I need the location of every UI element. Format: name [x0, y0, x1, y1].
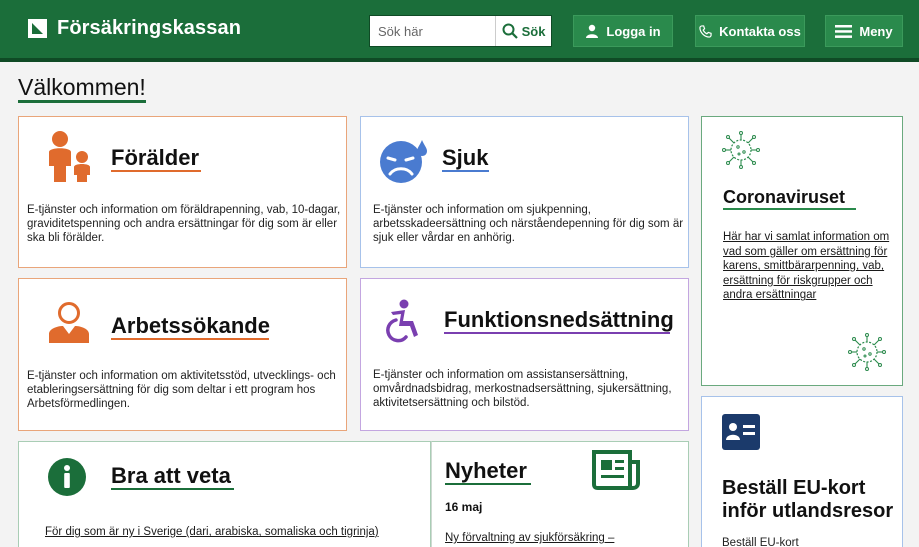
news-item-link[interactable]: Ny förvaltning av sjukförsäkring – — [445, 531, 675, 546]
virus-icon — [848, 333, 886, 371]
top-header: Försäkringskassan Sök Logga in Kontakta … — [0, 0, 919, 62]
menu-label: Meny — [859, 23, 893, 39]
card-foralder-title: Förälder — [111, 145, 200, 170]
parent-child-icon — [49, 131, 90, 182]
card-foralder-underline — [111, 170, 201, 172]
brand-logo[interactable]: Försäkringskassan — [28, 17, 241, 40]
card-foralder-desc: E-tjänster och information om föräldrape… — [27, 204, 341, 244]
card-corona-title: Coronaviruset — [723, 187, 846, 207]
card-corona-underline — [723, 208, 856, 210]
virus-icon — [722, 131, 760, 169]
card-eukort-title-line1: Beställ EU-kort — [722, 477, 866, 499]
card-nyheter[interactable]: Nyheter 16 maj Ny förvaltning av sjukför… — [431, 441, 689, 547]
card-eukort-title-line2: inför utlandsresor — [722, 500, 894, 522]
phone-icon — [699, 24, 712, 38]
card-corona[interactable]: Coronaviruset Här har vi samlat informat… — [701, 116, 903, 386]
card-bra-att-veta[interactable]: Bra att veta För dig som är ny i Sverige… — [18, 441, 431, 547]
card-bra-underline — [111, 488, 234, 490]
contact-label: Kontakta oss — [719, 23, 801, 39]
card-eukort[interactable]: Beställ EU-kort inför utlandsresor Bestä… — [701, 396, 903, 547]
card-sjuk-underline — [442, 170, 489, 172]
search-icon — [502, 23, 518, 39]
login-button[interactable]: Logga in — [573, 15, 673, 47]
card-sjuk-title: Sjuk — [442, 145, 489, 170]
page-title: Välkommen! — [18, 74, 146, 100]
card-arbets-desc: E-tjänster och information om aktivitets… — [27, 370, 336, 410]
card-sjuk[interactable]: Sjuk E-tjänster och information om sjukp… — [360, 116, 689, 268]
user-icon — [586, 24, 599, 38]
card-arbets-title: Arbetssökande — [111, 313, 270, 338]
card-funktion[interactable]: Funktionsnedsättning E-tjänster och info… — [360, 278, 689, 431]
contact-button[interactable]: Kontakta oss — [695, 15, 805, 47]
newspaper-icon — [592, 450, 640, 490]
page-title-underline — [18, 100, 146, 103]
card-nyheter-title: Nyheter — [445, 458, 527, 483]
wheelchair-icon — [386, 299, 418, 343]
id-card-icon — [722, 414, 760, 450]
brand-mark-icon — [28, 19, 47, 38]
card-corona-link[interactable]: Här har vi samlat information om vad som… — [723, 230, 893, 303]
card-bra-link[interactable]: För dig som är ny i Sverige (dari, arabi… — [45, 525, 425, 540]
brand-name: Försäkringskassan — [57, 17, 242, 39]
card-funktion-underline — [444, 332, 670, 334]
card-funktion-desc: E-tjänster och information om assistanse… — [373, 369, 672, 409]
card-bra-title: Bra att veta — [111, 463, 231, 488]
news-date: 16 maj — [445, 500, 483, 514]
menu-button[interactable]: Meny — [825, 15, 903, 47]
login-label: Logga in — [606, 23, 661, 39]
info-icon — [48, 458, 86, 496]
card-eukort-desc: Beställ EU-kort — [722, 537, 799, 547]
sick-face-icon — [380, 140, 427, 183]
job-seeker-icon — [49, 302, 89, 343]
card-funktion-title: Funktionsnedsättning — [444, 307, 674, 332]
search-input[interactable] — [370, 16, 495, 46]
card-arbets[interactable]: Arbetssökande E-tjänster och information… — [18, 278, 347, 431]
search-form: Sök — [369, 15, 552, 47]
card-foralder[interactable]: Förälder E-tjänster och information om f… — [18, 116, 347, 268]
search-button[interactable]: Sök — [495, 16, 551, 46]
search-button-label: Sök — [521, 23, 546, 39]
card-arbets-underline — [111, 338, 269, 340]
card-sjuk-desc: E-tjänster och information om sjukpennin… — [373, 204, 684, 244]
card-nyheter-underline — [445, 483, 531, 485]
menu-icon — [835, 24, 853, 38]
